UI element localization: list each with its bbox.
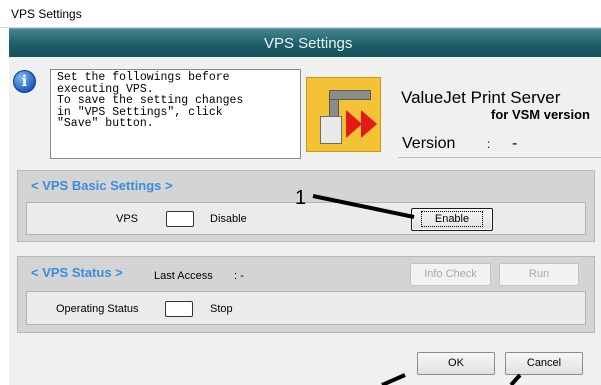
annotation-arrows <box>312 194 522 385</box>
annotation-arrow-cancel <box>509 373 522 385</box>
annotation-arrow-ok <box>381 373 406 385</box>
annotation-arrow-enable <box>312 194 415 219</box>
